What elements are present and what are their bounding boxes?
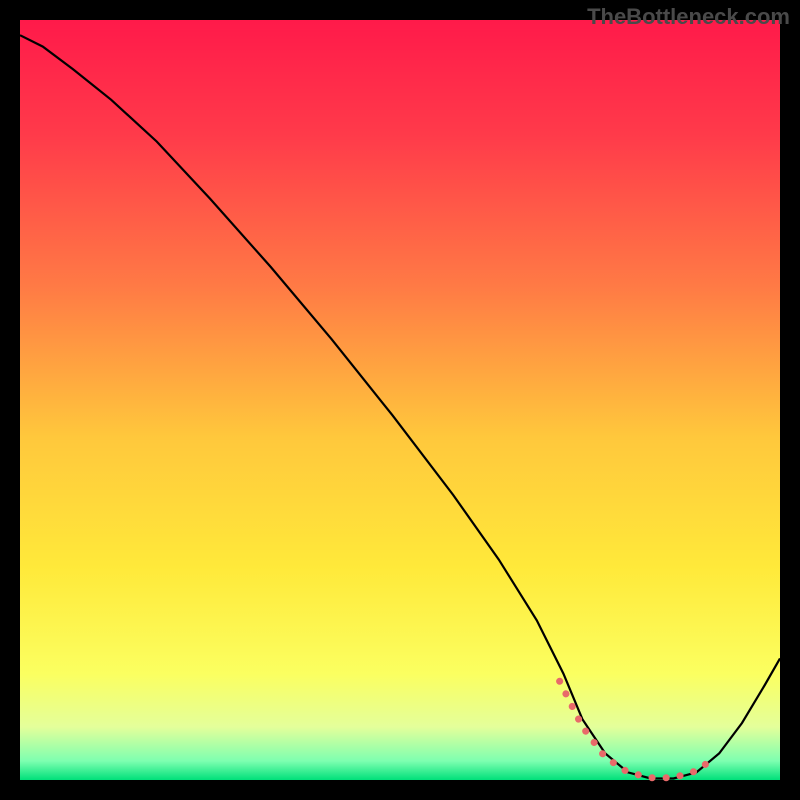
watermark-text: TheBottleneck.com [587, 4, 790, 30]
chart-svg [0, 0, 800, 800]
gradient-background [20, 20, 780, 780]
chart-container: TheBottleneck.com [0, 0, 800, 800]
